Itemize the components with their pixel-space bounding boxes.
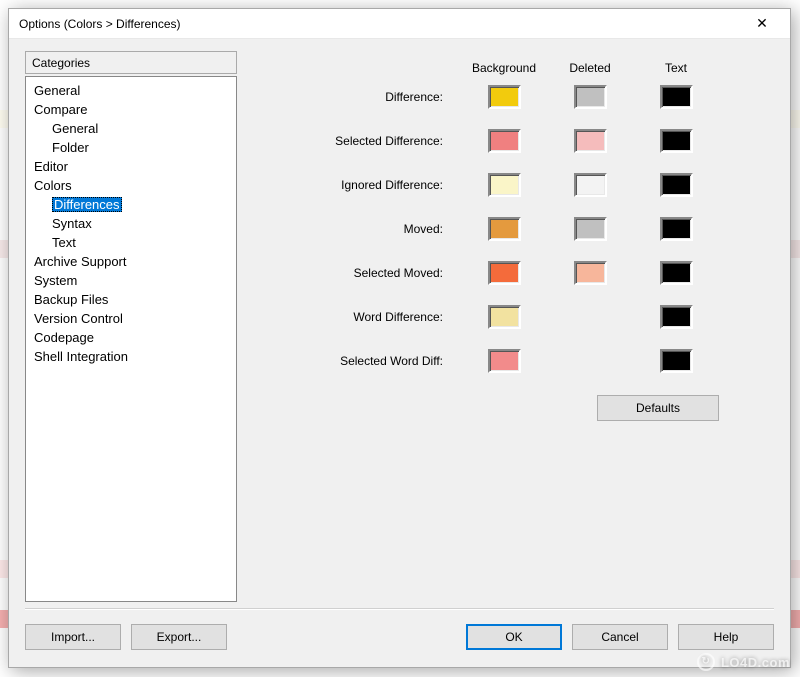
row-label: Word Difference: <box>251 310 461 324</box>
defaults-button[interactable]: Defaults <box>597 395 719 421</box>
category-item[interactable]: Colors <box>26 176 236 195</box>
color-swatch-bg[interactable] <box>488 349 521 373</box>
color-row: Selected Difference: <box>251 119 774 163</box>
category-label: Codepage <box>34 330 94 345</box>
category-label: Editor <box>34 159 68 174</box>
color-swatch-text[interactable] <box>660 85 693 109</box>
category-label: Compare <box>34 102 87 117</box>
col-deleted-label: Deleted <box>547 61 633 75</box>
window-title: Options (Colors > Differences) <box>19 17 742 31</box>
category-label: Text <box>52 235 76 250</box>
category-item[interactable]: Differences <box>26 195 236 214</box>
category-item[interactable]: Syntax <box>26 214 236 233</box>
color-swatch-bg[interactable] <box>488 305 521 329</box>
color-swatch-text[interactable] <box>660 217 693 241</box>
titlebar: Options (Colors > Differences) ✕ <box>9 9 790 39</box>
row-label: Moved: <box>251 222 461 236</box>
import-button[interactable]: Import... <box>25 624 121 650</box>
category-label: Differences <box>52 197 122 212</box>
client-area: Categories General Compare General Folder Ed… <box>9 39 790 667</box>
col-text-label: Text <box>633 61 719 75</box>
color-swatch-text[interactable] <box>660 349 693 373</box>
color-settings-panel: Background Deleted Text Difference: Selec… <box>251 51 774 602</box>
color-swatch-bg[interactable] <box>488 217 521 241</box>
row-label: Ignored Difference: <box>251 178 461 192</box>
color-swatch-del[interactable] <box>574 217 607 241</box>
category-item[interactable]: General <box>26 81 236 100</box>
category-label: Backup Files <box>34 292 108 307</box>
category-item[interactable]: Editor <box>26 157 236 176</box>
color-swatch-del[interactable] <box>574 129 607 153</box>
help-button[interactable]: Help <box>678 624 774 650</box>
row-label: Selected Moved: <box>251 266 461 280</box>
cancel-button[interactable]: Cancel <box>572 624 668 650</box>
color-swatch-bg[interactable] <box>488 85 521 109</box>
color-swatch-text[interactable] <box>660 261 693 285</box>
category-label: Folder <box>52 140 89 155</box>
row-label: Selected Difference: <box>251 134 461 148</box>
export-button[interactable]: Export... <box>131 624 227 650</box>
category-label: Shell Integration <box>34 349 128 364</box>
category-item[interactable]: Shell Integration <box>26 347 236 366</box>
color-swatch-bg[interactable] <box>488 129 521 153</box>
color-swatch-bg[interactable] <box>488 261 521 285</box>
category-item[interactable]: Folder <box>26 138 236 157</box>
category-label: System <box>34 273 77 288</box>
color-row: Selected Moved: <box>251 251 774 295</box>
col-background-label: Background <box>461 61 547 75</box>
dialog-buttons: Import... Export... OK Cancel Help <box>25 619 774 655</box>
color-row: Selected Word Diff: <box>251 339 774 383</box>
category-item[interactable]: Archive Support <box>26 252 236 271</box>
color-swatch-del[interactable] <box>574 85 607 109</box>
category-item[interactable]: Version Control <box>26 309 236 328</box>
category-label: General <box>52 121 98 136</box>
color-row: Difference: <box>251 75 774 119</box>
category-label: Colors <box>34 178 72 193</box>
column-headers: Background Deleted Text <box>251 51 774 75</box>
category-label: General <box>34 83 80 98</box>
row-label: Selected Word Diff: <box>251 354 461 368</box>
category-item[interactable]: Compare <box>26 100 236 119</box>
color-swatch-bg[interactable] <box>488 173 521 197</box>
category-label: Archive Support <box>34 254 127 269</box>
color-swatch-text[interactable] <box>660 305 693 329</box>
category-item[interactable]: Codepage <box>26 328 236 347</box>
color-swatch-text[interactable] <box>660 129 693 153</box>
category-label: Syntax <box>52 216 92 231</box>
color-swatch-del[interactable] <box>574 261 607 285</box>
category-item[interactable]: System <box>26 271 236 290</box>
category-label: Version Control <box>34 311 123 326</box>
color-row: Moved: <box>251 207 774 251</box>
color-swatch-text[interactable] <box>660 173 693 197</box>
category-item[interactable]: Text <box>26 233 236 252</box>
ok-button[interactable]: OK <box>466 624 562 650</box>
categories-list[interactable]: General Compare General Folder Editor Colors D… <box>25 76 237 602</box>
categories-header: Categories <box>25 51 237 74</box>
close-icon[interactable]: ✕ <box>742 11 782 37</box>
category-item[interactable]: Backup Files <box>26 290 236 309</box>
separator <box>25 608 774 609</box>
category-item[interactable]: General <box>26 119 236 138</box>
categories-column: Categories General Compare General Folder Ed… <box>25 51 237 602</box>
row-label: Difference: <box>251 90 461 104</box>
color-row: Ignored Difference: <box>251 163 774 207</box>
color-rows: Difference: Selected Difference: Ignored D… <box>251 75 774 383</box>
color-row: Word Difference: <box>251 295 774 339</box>
color-swatch-del[interactable] <box>574 173 607 197</box>
options-dialog: Options (Colors > Differences) ✕ Categor… <box>8 8 791 668</box>
